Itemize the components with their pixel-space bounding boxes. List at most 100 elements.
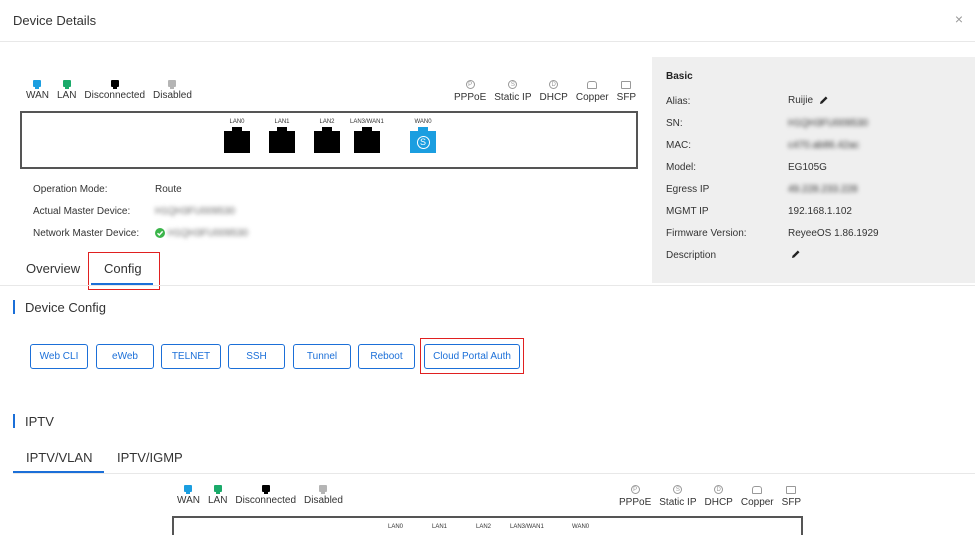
basic-info-panel: Basic Alias: Ruijie SN: H1QH3FU009530 MA… bbox=[652, 57, 975, 283]
iptv-port-lan1[interactable]: LAN1 bbox=[432, 524, 447, 535]
lan-port-icon bbox=[213, 485, 222, 494]
tabs-divider bbox=[0, 285, 975, 286]
wan-port-icon: S bbox=[410, 127, 436, 153]
legend-lan: LAN bbox=[57, 80, 76, 101]
egress-ip-value: 49.228.233.228 bbox=[788, 184, 858, 195]
telnet-button[interactable]: TELNET bbox=[161, 344, 221, 369]
port-lan1[interactable]: LAN1 bbox=[269, 119, 295, 153]
basic-title: Basic bbox=[666, 71, 693, 82]
legend-copper: Copper bbox=[576, 81, 609, 103]
disconnected-port-icon bbox=[110, 80, 119, 89]
wan-port-icon bbox=[33, 80, 42, 89]
copper-icon bbox=[752, 486, 763, 494]
sfp-icon bbox=[786, 486, 797, 494]
edit-alias-icon[interactable] bbox=[819, 95, 829, 105]
legend-wan: WAN bbox=[26, 80, 49, 101]
disabled-port-icon bbox=[319, 485, 328, 494]
mac-label: MAC: bbox=[666, 140, 691, 151]
tab-iptv-igmp[interactable]: IPTV/IGMP bbox=[117, 450, 183, 465]
egress-ip-label: Egress IP bbox=[666, 184, 710, 195]
legend-pppoe: P PPPoE bbox=[619, 485, 652, 508]
network-master-label: Network Master Device: bbox=[33, 228, 140, 239]
iptv-accent bbox=[13, 414, 15, 428]
actual-master-label: Actual Master Device: bbox=[33, 206, 131, 217]
legend-copper: Copper bbox=[741, 486, 774, 508]
iptv-port-panel: LAN0 LAN1 LAN2 LAN3/WAN1 WAN0 bbox=[172, 516, 803, 535]
edit-description-icon[interactable] bbox=[791, 249, 801, 259]
legend-lan: LAN bbox=[208, 485, 227, 506]
sn-label: SN: bbox=[666, 118, 683, 129]
ethernet-port-icon bbox=[314, 127, 340, 153]
cloud-portal-auth-highlight bbox=[420, 338, 524, 374]
iptv-title: IPTV bbox=[25, 414, 54, 429]
ssh-button[interactable]: SSH bbox=[228, 344, 285, 369]
port-lan2[interactable]: LAN2 bbox=[314, 119, 340, 153]
firmware-value: ReyeeOS 1.86.1929 bbox=[788, 228, 879, 239]
legend-static-ip: S Static IP bbox=[659, 485, 697, 508]
legend-wan: WAN bbox=[177, 485, 200, 506]
iptv-port-lan3-wan1[interactable]: LAN3/WAN1 bbox=[510, 524, 544, 535]
disconnected-port-icon bbox=[261, 485, 270, 494]
online-status-icon bbox=[155, 228, 165, 238]
model-value: EG105G bbox=[788, 162, 827, 173]
legend-dhcp: D DHCP bbox=[539, 80, 568, 103]
description-label: Description bbox=[666, 250, 717, 261]
dialog-title: Device Details bbox=[13, 13, 97, 28]
legend-disconnected: Disconnected bbox=[84, 80, 145, 101]
ethernet-port-icon bbox=[353, 127, 380, 153]
dhcp-icon: D bbox=[714, 485, 724, 494]
tab-iptv-vlan[interactable]: IPTV/VLAN bbox=[26, 450, 92, 465]
legend-disabled: Disabled bbox=[153, 80, 192, 101]
port-lan3-wan1[interactable]: LAN3/WAN1 bbox=[350, 119, 384, 153]
legend-disabled: Disabled bbox=[304, 485, 343, 506]
sn-value: H1QH3FU009530 bbox=[788, 118, 869, 129]
iptv-tabs-divider bbox=[13, 473, 975, 474]
device-config-title: Device Config bbox=[25, 300, 106, 315]
tunnel-button[interactable]: Tunnel bbox=[293, 344, 351, 369]
port-lan0[interactable]: LAN0 bbox=[224, 119, 250, 153]
operation-mode-label: Operation Mode: bbox=[33, 184, 108, 195]
iptv-port-wan0[interactable]: WAN0 bbox=[572, 524, 589, 535]
alias-value-group: Ruijie bbox=[788, 95, 829, 106]
firmware-label: Firmware Version: bbox=[666, 228, 747, 239]
iptv-port-lan0[interactable]: LAN0 bbox=[388, 524, 403, 535]
tab-overview[interactable]: Overview bbox=[26, 261, 80, 276]
device-config-accent bbox=[13, 300, 15, 314]
device-port-panel: LAN0 LAN1 LAN2 LAN3/WAN1 WAN0 S bbox=[20, 111, 638, 169]
wan-port-icon bbox=[184, 485, 193, 494]
legend-dhcp: D DHCP bbox=[704, 485, 733, 508]
legend-static-ip: S Static IP bbox=[494, 80, 532, 103]
static-ip-icon: S bbox=[673, 485, 683, 494]
legend-pppoe: P PPPoE bbox=[454, 80, 487, 103]
static-ip-icon: S bbox=[508, 80, 518, 89]
actual-master-value: H1QH3FU009530 bbox=[155, 206, 236, 217]
mgmt-ip-label: MGMT IP bbox=[666, 206, 709, 217]
lan-port-icon bbox=[62, 80, 71, 89]
alias-value: Ruijie bbox=[788, 95, 814, 106]
copper-icon bbox=[587, 81, 598, 89]
dhcp-icon: D bbox=[549, 80, 559, 89]
reboot-button[interactable]: Reboot bbox=[358, 344, 415, 369]
close-icon[interactable]: × bbox=[955, 11, 963, 27]
iptv-port-legend: WAN LAN Disconnected Disabled bbox=[177, 485, 343, 506]
web-cli-button[interactable]: Web CLI bbox=[30, 344, 88, 369]
model-label: Model: bbox=[666, 162, 697, 173]
port-wan0[interactable]: WAN0 S bbox=[410, 119, 436, 153]
legend-disconnected: Disconnected bbox=[235, 485, 296, 506]
operation-mode-value: Route bbox=[155, 184, 182, 195]
legend-sfp: SFP bbox=[782, 486, 801, 508]
port-legend: WAN LAN Disconnected Disabled bbox=[26, 80, 192, 101]
iptv-port-lan2[interactable]: LAN2 bbox=[476, 524, 491, 535]
ethernet-port-icon bbox=[269, 127, 295, 153]
dialog-header: Device Details × bbox=[0, 0, 975, 42]
disabled-port-icon bbox=[168, 80, 177, 89]
network-master-value: H1QH3FU009530 bbox=[168, 228, 249, 239]
sfp-icon bbox=[621, 81, 632, 89]
eweb-button[interactable]: eWeb bbox=[96, 344, 154, 369]
mgmt-ip-value: 192.168.1.102 bbox=[788, 206, 852, 217]
legend-sfp: SFP bbox=[617, 81, 636, 103]
pppoe-icon: P bbox=[465, 80, 475, 89]
mode-legend: P PPPoE S Static IP D DHCP Copper SFP bbox=[454, 80, 636, 103]
ethernet-port-icon bbox=[224, 127, 250, 153]
alias-label: Alias: bbox=[666, 96, 691, 107]
